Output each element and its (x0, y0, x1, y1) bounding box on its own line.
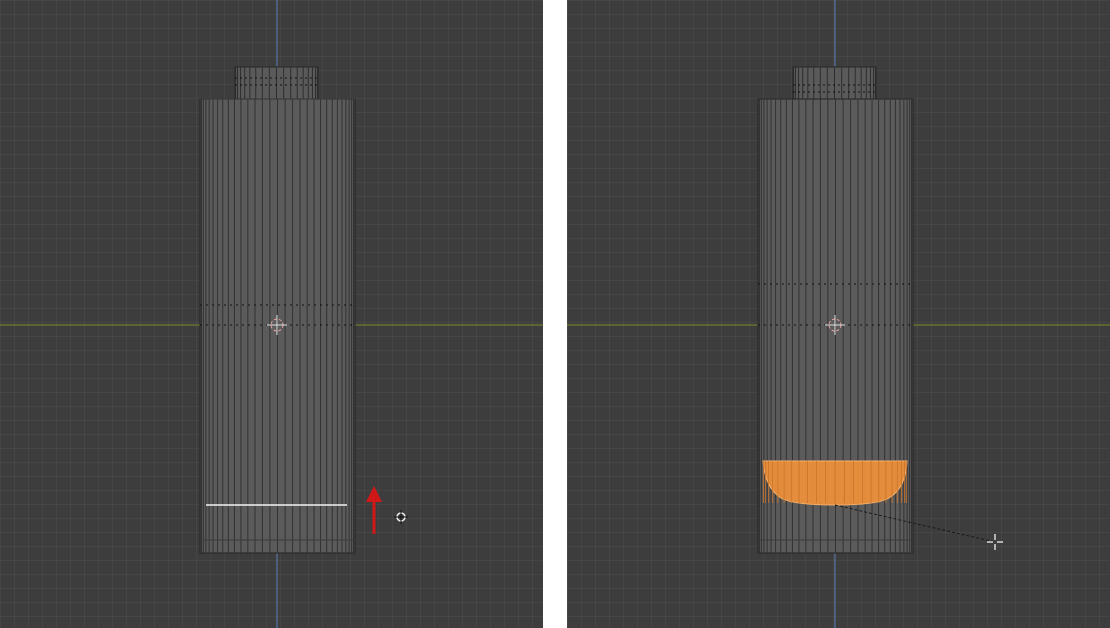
crosshair-cursor-icon[interactable] (987, 534, 1003, 550)
3d-cursor-icon[interactable] (394, 510, 408, 524)
cylinder-mesh[interactable] (199, 66, 356, 554)
right-3d-viewport[interactable] (567, 0, 1110, 628)
right-viewport-canvas (567, 0, 1110, 628)
up-arrow-icon (366, 486, 382, 534)
panel-divider (543, 0, 567, 628)
left-viewport-canvas (0, 0, 543, 628)
left-3d-viewport[interactable] (0, 0, 543, 628)
